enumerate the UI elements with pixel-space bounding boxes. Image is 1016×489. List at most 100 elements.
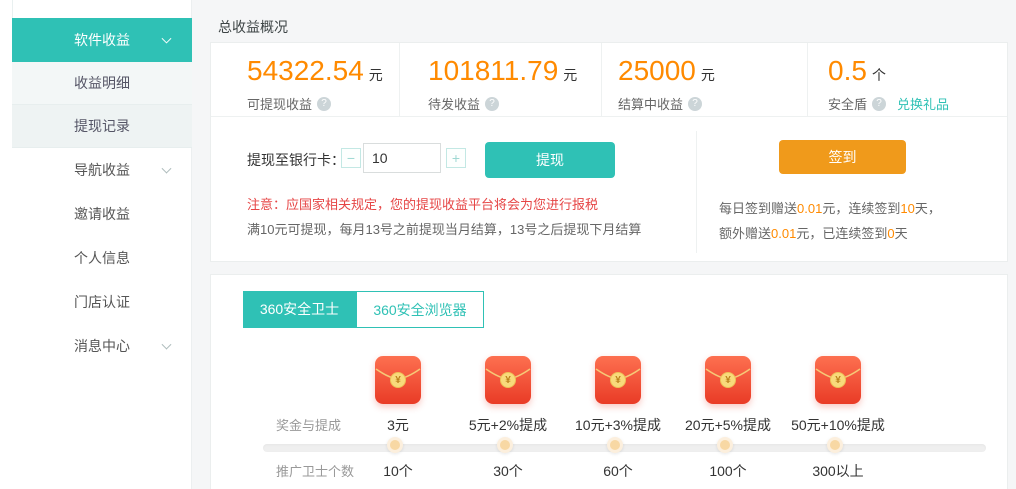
stat-security-shield: 0.5 个 安全盾? 兑换礼品 xyxy=(807,43,1007,116)
red-envelope-icon: ¥ xyxy=(815,356,861,404)
sidebar-menu: 软件收益 收益明细 提现记录 导航收益 邀请收益 个人信息 门店认证 xyxy=(0,18,192,368)
text-part: 额外赠送 xyxy=(719,226,771,241)
chevron-down-icon xyxy=(162,164,172,174)
tier-count-label: 300以上 xyxy=(783,461,893,481)
stat-label: 安全盾 xyxy=(828,94,867,113)
tier-2: ¥ 5元+2%提成 30个 xyxy=(453,356,563,486)
withdraw-button[interactable]: 提现 xyxy=(485,142,615,178)
tax-warning-note: 注意：应国家相关规定，您的提现收益平台将会为您进行报税 xyxy=(247,195,598,215)
tier-count-label: 100个 xyxy=(673,461,783,481)
sidebar-item-navigation-earnings[interactable]: 导航收益 xyxy=(12,148,192,192)
coin-icon: ¥ xyxy=(830,372,846,388)
stat-label: 可提现收益 xyxy=(247,94,312,113)
stat-unit: 元 xyxy=(563,67,577,83)
tier-bonus-label: 5元+2%提成 xyxy=(453,415,563,435)
help-icon[interactable]: ? xyxy=(317,97,331,111)
stat-value: 101811.79 元 xyxy=(428,56,601,90)
sidebar-item-label: 提现记录 xyxy=(74,116,130,136)
section-divider xyxy=(696,131,697,253)
sidebar-item-label: 个人信息 xyxy=(74,248,130,268)
exchange-gift-link[interactable]: 兑换礼品 xyxy=(897,94,949,113)
tier-bonus-label: 50元+10%提成 xyxy=(783,415,893,435)
sidebar-item-label: 软件收益 xyxy=(74,30,130,50)
withdraw-to-bank-label: 提现至银行卡： xyxy=(247,142,345,178)
stats-row: 54322.54元 可提现收益? 101811.79 元 待发收益? 25000 元… xyxy=(211,43,1007,117)
chevron-down-icon xyxy=(162,34,172,44)
highlight-number: 0 xyxy=(887,226,894,241)
sidebar-item-label: 收益明细 xyxy=(74,73,130,93)
text-part: 天 xyxy=(895,226,908,241)
sidebar-item-earnings-detail[interactable]: 收益明细 xyxy=(12,62,192,105)
withdraw-amount-input[interactable] xyxy=(363,143,441,173)
sidebar-item-withdraw-records[interactable]: 提现记录 xyxy=(12,105,192,148)
stat-number: 101811.79 xyxy=(428,55,558,86)
slider-dot xyxy=(387,437,403,453)
tier-bonus-label: 20元+5%提成 xyxy=(673,415,783,435)
slider-dot xyxy=(717,437,733,453)
earnings-dashboard: 软件收益 收益明细 提现记录 导航收益 邀请收益 个人信息 门店认证 xyxy=(0,0,1016,489)
sidebar-item-label: 消息中心 xyxy=(74,336,130,356)
tab-360-safe-guard[interactable]: 360安全卫士 xyxy=(243,291,356,328)
tier-count-label: 60个 xyxy=(563,461,673,481)
tier-bonus-label: 3元 xyxy=(343,415,453,435)
withdraw-rules-note: 满10元可提现，每月13号之前提现当月结算，13号之后提现下月结算 xyxy=(247,220,641,240)
sidebar-item-store-certification[interactable]: 门店认证 xyxy=(12,280,192,324)
red-envelope-icon: ¥ xyxy=(705,356,751,404)
stat-label-row: 安全盾? 兑换礼品 xyxy=(828,94,1007,113)
main-content: 总收益概况 54322.54元 可提现收益? 101811.79 元 待发收益? … xyxy=(192,0,1016,489)
sign-in-info-line2: 额外赠送0.01元，已连续签到0天 xyxy=(719,224,908,244)
stat-label: 待发收益 xyxy=(428,94,480,113)
stat-label: 结算中收益 xyxy=(618,94,683,113)
tier-1: ¥ 3元 10个 xyxy=(343,356,453,486)
stat-number: 25000 xyxy=(618,55,696,86)
tier-slider-track xyxy=(263,444,986,452)
sidebar-item-label: 导航收益 xyxy=(74,160,130,180)
bonus-row-label: 奖金与提成 xyxy=(276,415,341,434)
stat-label-row: 待发收益? xyxy=(428,94,601,113)
stat-unit: 元 xyxy=(701,67,715,83)
tier-count-label: 30个 xyxy=(453,461,563,481)
page-title: 总收益概况 xyxy=(218,17,288,37)
red-envelope-icon: ¥ xyxy=(595,356,641,404)
sidebar-item-software-earnings[interactable]: 软件收益 xyxy=(12,18,192,62)
sign-in-info-line1: 每日签到赠送0.01元，连续签到10天， xyxy=(719,199,941,219)
sidebar-item-message-center[interactable]: 消息中心 xyxy=(12,324,192,368)
tier-4: ¥ 20元+5%提成 100个 xyxy=(673,356,783,486)
tier-5: ¥ 50元+10%提成 300以上 xyxy=(783,356,893,486)
text-part: 每日签到赠送 xyxy=(719,201,797,216)
slider-dot xyxy=(497,437,513,453)
highlight-number: 0.01 xyxy=(797,201,822,216)
tab-360-safe-browser[interactable]: 360安全浏览器 xyxy=(356,291,484,328)
stat-unit: 个 xyxy=(872,67,886,83)
text-part: 天， xyxy=(915,201,941,216)
stat-pending-earnings: 101811.79 元 待发收益? xyxy=(399,43,601,116)
tier-bonus-label: 10元+3%提成 xyxy=(563,415,673,435)
chevron-down-icon xyxy=(162,340,172,350)
amount-decrease-button[interactable]: − xyxy=(341,148,361,168)
stat-settling-earnings: 25000 元 结算中收益? xyxy=(601,43,807,116)
help-icon[interactable]: ? xyxy=(485,97,499,111)
promotion-card: 360安全卫士 360安全浏览器 奖金与提成 推广卫士个数 ¥ 3元 10个 ¥… xyxy=(210,274,1008,489)
sidebar-item-invite-earnings[interactable]: 邀请收益 xyxy=(12,192,192,236)
stat-number: 0.5 xyxy=(828,55,867,86)
slider-dot xyxy=(827,437,843,453)
sidebar-item-personal-info[interactable]: 个人信息 xyxy=(12,236,192,280)
sign-in-button[interactable]: 签到 xyxy=(779,140,906,174)
text-part: 元，已连续签到 xyxy=(796,226,887,241)
stat-number: 54322.54 xyxy=(247,55,364,86)
red-envelope-icon: ¥ xyxy=(485,356,531,404)
stat-label-row: 结算中收益? xyxy=(618,94,807,113)
stat-value: 0.5 个 xyxy=(828,56,1007,90)
slider-dot xyxy=(607,437,623,453)
stat-label-row: 可提现收益? xyxy=(247,94,399,113)
help-icon[interactable]: ? xyxy=(688,97,702,111)
overview-card: 54322.54元 可提现收益? 101811.79元 待发收益? 25000元… xyxy=(210,42,1008,262)
highlight-number: 10 xyxy=(900,201,914,216)
help-icon[interactable]: ? xyxy=(872,97,886,111)
stat-value: 54322.54元 xyxy=(247,56,399,90)
coin-icon: ¥ xyxy=(720,372,736,388)
highlight-number: 0.01 xyxy=(771,226,796,241)
amount-increase-button[interactable]: + xyxy=(446,148,466,168)
sidebar-item-label: 邀请收益 xyxy=(74,204,130,224)
coin-icon: ¥ xyxy=(610,372,626,388)
